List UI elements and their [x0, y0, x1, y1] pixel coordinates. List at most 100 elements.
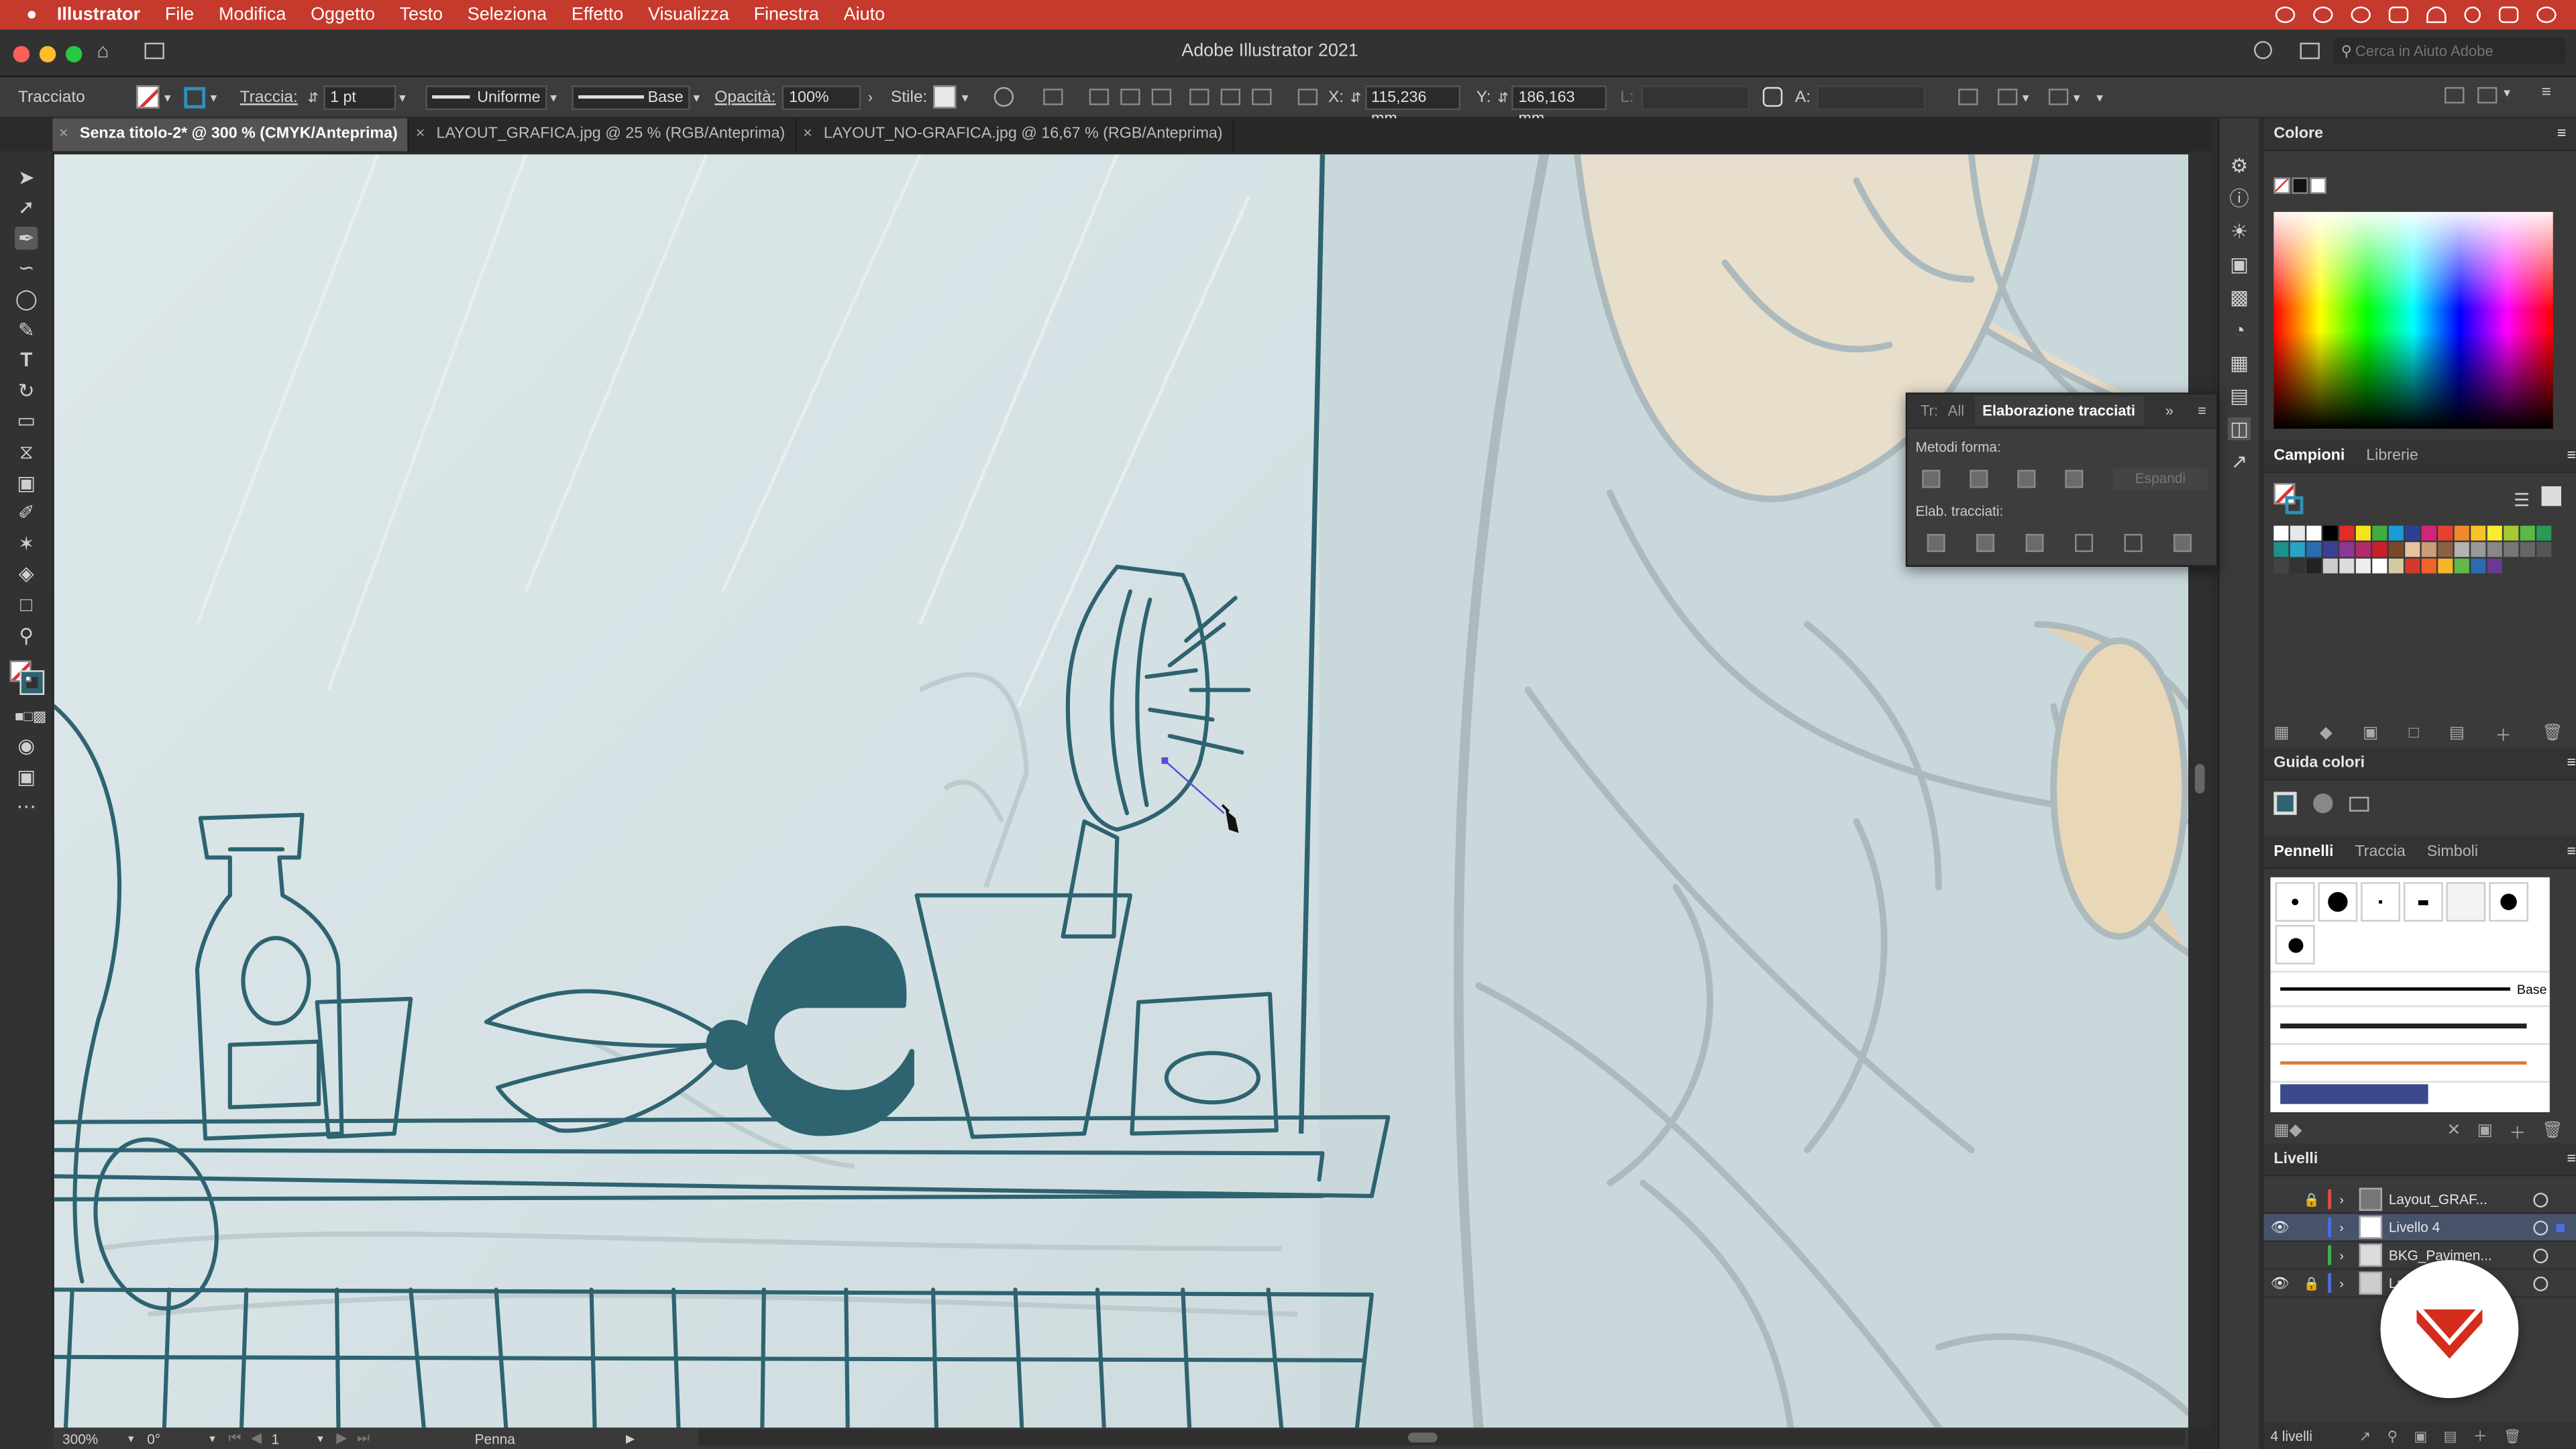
target-circle-icon[interactable]	[2533, 1248, 2548, 1263]
brush-dot-round[interactable]	[2275, 924, 2315, 965]
color-swatch[interactable]	[2355, 558, 2371, 574]
color-swatch[interactable]	[2421, 525, 2436, 541]
double-chevron-icon[interactable]: »	[2165, 402, 2174, 419]
edit-toolbar-icon[interactable]: ⋯	[15, 796, 38, 818]
color-swatch[interactable]	[2372, 542, 2387, 557]
outline-button[interactable]	[2124, 533, 2143, 552]
color-swatch[interactable]	[2504, 525, 2519, 541]
brush-dash[interactable]	[2403, 882, 2443, 922]
appearance-panel-icon[interactable]: ☀	[2228, 220, 2251, 243]
color-swatch[interactable]	[2339, 525, 2355, 541]
color-swatch[interactable]	[2290, 525, 2305, 541]
color-swatch[interactable]	[2487, 525, 2502, 541]
vertical-scroll-thumb[interactable]	[2194, 763, 2205, 794]
brush-dot-large[interactable]	[2318, 882, 2358, 922]
gradient-panel-icon[interactable]: ▩	[2228, 286, 2251, 309]
lock-icon[interactable]: 🔒	[2303, 1276, 2319, 1291]
eye-icon[interactable]: 👁	[2270, 1274, 2293, 1292]
arrange-documents-icon[interactable]	[2477, 87, 2498, 104]
color-swatch[interactable]	[2487, 542, 2502, 557]
panel-toggle-icon[interactable]	[2300, 42, 2320, 60]
menu-oggetto[interactable]: Oggetto	[311, 5, 375, 24]
color-fill-stroke-icons[interactable]	[2273, 177, 2326, 194]
vertical-scrollbar[interactable]	[2188, 151, 2212, 1428]
tab-stroke[interactable]: Traccia	[2355, 837, 2405, 868]
tab-libraries[interactable]: Librerie	[2366, 440, 2418, 472]
tab-pathfinder[interactable]: Elaborazione tracciati	[1974, 396, 2144, 426]
horizontal-scroll-thumb[interactable]	[1407, 1432, 1438, 1443]
fill-swatch[interactable]	[136, 85, 160, 109]
color-wheel-icon[interactable]	[2313, 793, 2333, 814]
puppet-warp-tool-icon[interactable]: ✶	[15, 532, 38, 555]
target-circle-icon[interactable]	[2533, 1275, 2548, 1291]
spotlight-search-icon[interactable]	[2464, 6, 2481, 23]
y-position-field[interactable]: 186,163 mm	[1511, 85, 1607, 127]
help-search-input[interactable]	[2351, 41, 2556, 61]
stroke-weight-field[interactable]: 1 pt	[323, 85, 396, 109]
lasso-tool-icon[interactable]: ⧖	[15, 440, 38, 463]
color-swatch[interactable]	[2322, 542, 2338, 557]
pen-tool-icon[interactable]: ✒	[15, 226, 38, 250]
brush-pattern-row[interactable]	[2270, 1083, 2549, 1106]
color-swatch[interactable]	[2454, 558, 2469, 574]
menu-seleziona[interactable]: Seleziona	[468, 5, 547, 24]
new-layer-icon[interactable]: ＋	[2473, 1426, 2487, 1446]
transform-icon[interactable]	[1044, 89, 1064, 105]
paintbrush-tool-icon[interactable]: ✎	[15, 318, 38, 341]
color-swatch[interactable]	[2421, 558, 2436, 574]
siri-icon[interactable]	[2536, 6, 2557, 23]
menu-aiuto[interactable]: Aiuto	[844, 5, 885, 24]
color-swatch[interactable]	[2471, 542, 2486, 557]
color-swatch[interactable]	[2306, 525, 2322, 541]
chevron-right-icon[interactable]: ›	[2339, 1220, 2353, 1234]
select-similar-icon[interactable]	[2049, 89, 2069, 105]
panel-menu-icon[interactable]: ≡	[2542, 84, 2551, 102]
stepper-icon[interactable]: ⇵	[308, 89, 319, 104]
lock-icon[interactable]: 🔒	[2303, 1192, 2319, 1207]
align-panel-icon[interactable]: ▤	[2228, 384, 2251, 407]
chevron-down-icon[interactable]: ▾	[209, 1432, 215, 1445]
share-icon[interactable]	[2254, 41, 2272, 60]
color-swatch[interactable]	[2290, 558, 2305, 574]
rotate-tool-icon[interactable]: ↻	[15, 379, 38, 402]
artboard-canvas[interactable]	[54, 154, 2189, 1428]
divide-button[interactable]	[1927, 533, 1945, 552]
moon-icon[interactable]	[2351, 6, 2371, 23]
chevron-right-icon[interactable]: ›	[2339, 1248, 2353, 1263]
tab-transform[interactable]: Tr:	[1921, 402, 1938, 419]
panel-menu-icon[interactable]: ≡	[2557, 118, 2567, 150]
chevron-right-icon[interactable]: ›	[2339, 1192, 2353, 1207]
tab-brushes[interactable]: Pennelli	[2273, 837, 2333, 868]
target-circle-icon[interactable]	[2533, 1220, 2548, 1235]
color-swatch[interactable]	[2388, 542, 2404, 557]
rotation-field[interactable]: 0°	[147, 1430, 209, 1446]
close-icon[interactable]: ×	[59, 125, 68, 143]
color-swatch[interactable]	[2536, 525, 2552, 541]
color-swatch[interactable]	[2438, 542, 2453, 557]
zoom-tool-icon[interactable]: ⚲	[15, 623, 38, 646]
brush-soft[interactable]	[2446, 882, 2486, 922]
new-sublayer-icon[interactable]: ▤	[2444, 1427, 2457, 1445]
export-panel-icon[interactable]: ↗	[2228, 450, 2251, 473]
fill-stroke-widget[interactable]	[5, 654, 48, 697]
artboard-tool-icon[interactable]: □	[15, 593, 38, 616]
new-color-group-icon[interactable]: □	[2409, 724, 2419, 743]
brush-dot-small[interactable]	[2275, 882, 2315, 922]
color-swatch[interactable]	[2405, 558, 2420, 574]
crop-button[interactable]	[2075, 533, 2093, 552]
brush-dot-tiny[interactable]	[2361, 882, 2400, 922]
chevron-down-icon[interactable]: ▾	[128, 1432, 134, 1445]
color-swatch[interactable]	[2536, 542, 2552, 557]
info-panel-icon[interactable]: ⓘ	[2228, 187, 2251, 210]
color-swatch[interactable]	[2306, 542, 2322, 557]
color-mode-icon[interactable]: ■□▩	[15, 704, 46, 727]
color-swatch[interactable]	[2372, 558, 2387, 574]
color-swatch[interactable]	[2421, 542, 2436, 557]
layer-row[interactable]: 👁 › Livello 4	[2263, 1214, 2576, 1242]
chevron-right-icon[interactable]: ›	[2339, 1276, 2353, 1291]
x-position-field[interactable]: 115,236 mm	[1364, 85, 1460, 127]
color-swatch[interactable]	[2405, 525, 2420, 541]
close-icon[interactable]: ×	[416, 125, 425, 143]
color-swatch[interactable]	[2520, 542, 2535, 557]
eyedropper-tool-icon[interactable]: ✐	[15, 501, 38, 524]
